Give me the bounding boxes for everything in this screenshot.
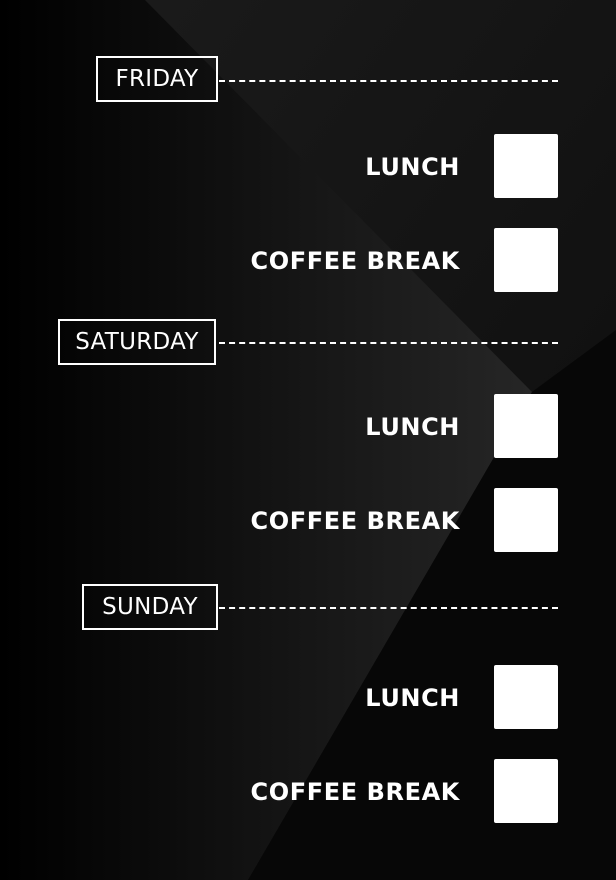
saturday-lunch-checkbox[interactable]	[494, 394, 558, 458]
sunday-lunch-label: LUNCH	[365, 684, 460, 712]
day-label-friday: FRIDAY	[96, 56, 218, 102]
saturday-coffee-break-checkbox[interactable]	[494, 488, 558, 552]
meal-checklist-page: FRIDAY LUNCH COFFEE BREAK SATURDAY LUNCH…	[0, 0, 616, 880]
saturday-lunch-label: LUNCH	[365, 413, 460, 441]
friday-lunch-checkbox[interactable]	[494, 134, 558, 198]
friday-divider	[219, 80, 558, 82]
day-label-sunday: SUNDAY	[82, 584, 218, 630]
day-label-saturday: SATURDAY	[58, 319, 216, 365]
friday-coffee-break-label: COFFEE BREAK	[250, 247, 460, 275]
sunday-coffee-break-label: COFFEE BREAK	[250, 778, 460, 806]
saturday-divider	[219, 342, 558, 344]
friday-coffee-break-checkbox[interactable]	[494, 228, 558, 292]
sunday-coffee-break-checkbox[interactable]	[494, 759, 558, 823]
saturday-coffee-break-label: COFFEE BREAK	[250, 507, 460, 535]
sunday-lunch-checkbox[interactable]	[494, 665, 558, 729]
friday-lunch-label: LUNCH	[365, 153, 460, 181]
sunday-divider	[219, 607, 558, 609]
